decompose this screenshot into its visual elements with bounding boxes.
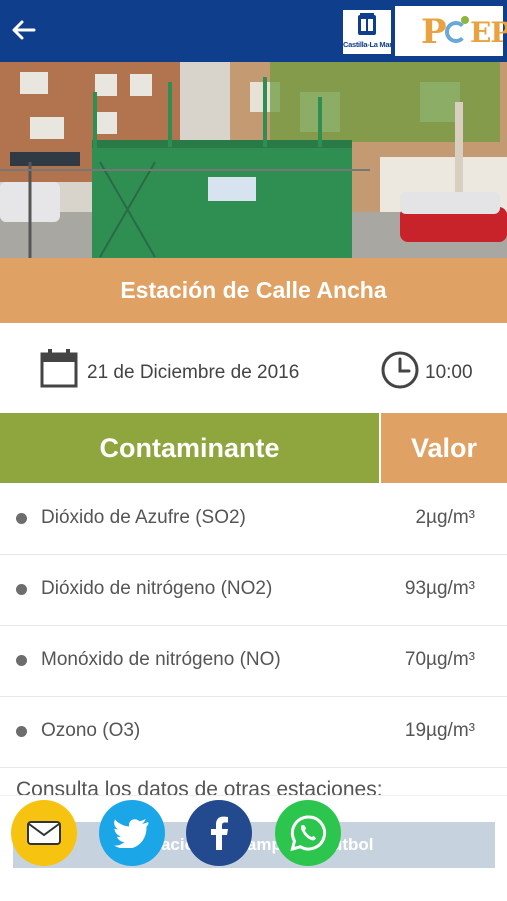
pollutant-value: 93µg/m³ <box>404 578 475 599</box>
table-row: Dióxido de Azufre (SO2) 2µg/m³ <box>0 484 507 555</box>
station-photo <box>0 62 507 258</box>
top-app-bar: Castilla-La Mancha P EP <box>0 0 507 62</box>
bullet-icon <box>16 584 27 595</box>
pcep-logo-circle <box>445 21 467 43</box>
twitter-icon <box>114 819 149 848</box>
pollutant-value: 19µg/m³ <box>404 720 475 741</box>
pollutant-name: Ozono (O3) <box>41 720 141 741</box>
share-twitter-button[interactable] <box>99 800 165 866</box>
pcep-logo-p: P <box>421 12 447 52</box>
pollutant-column-header: Contaminante <box>0 413 379 483</box>
pcep-logo-ep: EP <box>470 16 507 49</box>
logo-region-text: Castilla-La Mancha <box>343 40 406 49</box>
whatsapp-icon <box>290 815 327 852</box>
calendar-icon <box>40 349 78 388</box>
pollutant-name: Monóxido de nitrógeno (NO) <box>41 649 281 670</box>
table-row: Monóxido de nitrógeno (NO) 70µg/m³ <box>0 626 507 697</box>
share-facebook-button[interactable] <box>186 800 252 866</box>
bullet-icon <box>16 726 27 737</box>
crest-icon <box>358 13 376 35</box>
other-station-button[interactable]: Estación de Campo de Fútbol <box>13 822 495 868</box>
arrow-left-icon[interactable] <box>8 14 40 46</box>
station-title: Estación de Calle Ancha <box>0 258 507 323</box>
pollutant-value: 2µg/m³ <box>415 507 475 528</box>
table-row: Dióxido de nitrógeno (NO2) 93µg/m³ <box>0 555 507 626</box>
share-whatsapp-button[interactable] <box>275 800 341 866</box>
share-mail-button[interactable] <box>11 800 77 866</box>
time-label: 10:00 <box>425 362 473 383</box>
pollutant-name: Dióxido de Azufre (SO2) <box>41 507 246 528</box>
table-row: Ozono (O3) 19µg/m³ <box>0 697 507 768</box>
bullet-icon <box>16 655 27 666</box>
clock-icon <box>381 351 419 389</box>
date-label: 21 de Diciembre de 2016 <box>87 362 300 383</box>
pcep-logo-dot <box>461 16 469 24</box>
pollutant-name: Dióxido de nitrógeno (NO2) <box>41 578 273 599</box>
castilla-la-mancha-logo: Castilla-La Mancha <box>343 10 406 54</box>
pcep-logo: P EP <box>395 6 507 56</box>
facebook-icon <box>211 816 228 850</box>
bullet-icon <box>16 513 27 524</box>
mail-icon <box>27 821 61 845</box>
pollutant-value: 70µg/m³ <box>404 649 475 670</box>
value-column-header: Valor <box>381 413 507 483</box>
